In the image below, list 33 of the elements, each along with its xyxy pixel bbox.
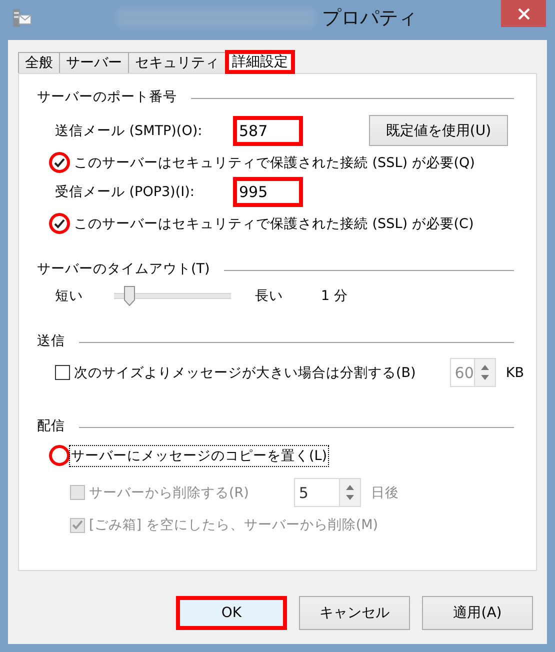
slider-label: 長い [255,287,284,305]
window-title: プロパティ [322,6,417,31]
section-title: サーバーのポート番号 [37,88,177,106]
split-checkbox[interactable]: 次のサイズよりメッセージが大きい場合は分割する(B) [55,364,416,382]
unit-label: KB [506,364,524,380]
default-button[interactable]: 既定値を使用(U) [369,115,508,146]
tab[interactable]: 全般 [18,52,60,73]
slider-thumb[interactable] [124,286,136,306]
close-button[interactable] [501,0,546,27]
check-icon [54,158,65,168]
section-title: 配信 [37,417,65,435]
field-label: 受信メール (POP3)(I): [55,183,196,201]
unit-label: 日後 [370,484,399,502]
check-icon [72,520,83,530]
field-label: 送信メール (SMTP)(O): [55,122,204,140]
dialog-button[interactable]: OK [176,596,287,630]
tab[interactable]: セキュリティ [128,52,226,73]
mail-server-icon [12,7,32,29]
timeout-value: 1 分 [321,287,348,305]
check-icon [54,218,65,228]
ssl-checkbox[interactable]: このサーバーはセキュリティで保護された接続 (SSL) が必要(C) [37,213,518,234]
port-field[interactable]: 995 [233,177,303,207]
ssl-checkbox[interactable]: このサーバーはセキュリティで保護された接続 (SSL) が必要(Q) [37,152,518,173]
tab[interactable]: 詳細設定 [225,50,295,74]
section-title: サーバーのタイムアウト(T) [37,260,210,278]
dialog-button[interactable]: 適用(A) [422,596,533,630]
dialog-button[interactable]: キャンセル [299,596,410,630]
tab[interactable]: サーバー [59,52,129,73]
copy-checkbox[interactable]: サーバーにメッセージのコピーを置く(L) [37,445,518,466]
slider-label: 短い [55,287,84,305]
port-field[interactable]: 587 [233,116,303,146]
close-icon [518,8,530,20]
section-title: 送信 [37,332,65,350]
